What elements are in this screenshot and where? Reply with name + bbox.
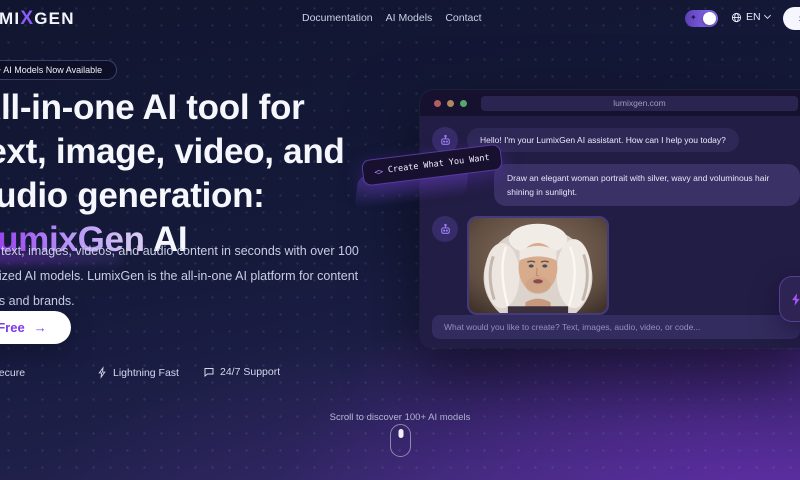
nav-start-free-button[interactable]: Start Free: [783, 7, 800, 30]
chat-input-bar: [432, 315, 800, 339]
code-icon: <>: [373, 166, 383, 177]
lightning-icon: [792, 292, 800, 306]
generated-portrait-image[interactable]: [467, 216, 609, 315]
logo-x-glyph: X: [20, 8, 35, 29]
nav-links: Documentation AI Models Contact: [302, 12, 482, 24]
theme-toggle[interactable]: ✦: [685, 10, 718, 27]
lightning-icon: [98, 366, 106, 379]
language-selector[interactable]: EN: [731, 11, 771, 23]
language-label: EN: [746, 11, 761, 23]
bot-greeting-bubble: Hello! I'm your LumixGen AI assistant. H…: [467, 128, 739, 152]
portrait-illustration: [469, 218, 607, 313]
models-available-badge: 100+ AI Models Now Available: [0, 60, 118, 80]
feature-label: 24/7 Support: [220, 366, 281, 378]
chevron-down-icon: [763, 11, 771, 20]
star-icon: ✦: [690, 13, 697, 22]
window-close-dot[interactable]: [434, 99, 441, 107]
hero-heading: All-in-one AI tool for text, image, vide…: [0, 86, 345, 263]
feature-fast: Lightning Fast: [97, 366, 179, 379]
mouse-wheel-dot: [398, 429, 403, 438]
bot-avatar: [432, 216, 458, 242]
feature-support: 24/7 Support: [203, 366, 280, 378]
logo-text-pre: LUMI: [0, 9, 21, 28]
mouse-scroll-icon[interactable]: [390, 424, 411, 457]
globe-icon: [731, 12, 742, 22]
feature-label: 100% Secure: [0, 366, 26, 379]
nav-link-contact[interactable]: Contact: [445, 12, 481, 24]
tag-label: Create What You Want: [387, 152, 491, 176]
start-free-cta-button[interactable]: Start Free →: [0, 311, 71, 344]
bot-image-row: [432, 216, 800, 315]
address-bar[interactable]: lumixgen.com: [481, 95, 798, 111]
chat-bubble-icon: [204, 368, 214, 378]
nav-link-ai-models[interactable]: AI Models: [386, 12, 433, 24]
description-line: specialized AI models. LumixGen is the a…: [0, 269, 359, 283]
user-prompt-bubble: Draw an elegant woman portrait with silv…: [494, 164, 800, 206]
feature-secure: 100% Secure: [0, 366, 25, 379]
browser-titlebar: lumixgen.com: [420, 90, 800, 116]
scroll-hint-text: Scroll to discover 100+ AI models: [329, 412, 471, 423]
arrow-right-icon: →: [33, 320, 47, 335]
nav-link-documentation[interactable]: Documentation: [302, 12, 373, 24]
cta-label: Start Free: [0, 320, 25, 335]
robot-icon: [440, 134, 450, 145]
heading-line: text, image, video, and: [0, 132, 345, 171]
feature-list: 100% Secure Lightning Fast 24/7 Support: [0, 366, 420, 384]
logo-text-post: GEN: [34, 9, 75, 28]
window-maximize-dot[interactable]: [460, 99, 467, 107]
hero-description: Create text, images, videos, and audio c…: [0, 239, 359, 314]
browser-mockup-window: lumixgen.com Hello! I'm your LumixGen AI…: [420, 90, 800, 348]
window-minimize-dot[interactable]: [447, 99, 454, 107]
lightning-badge[interactable]: [779, 276, 800, 322]
chat-input[interactable]: [444, 322, 788, 332]
feature-label: Lightning Fast: [113, 366, 179, 379]
brand-logo[interactable]: LUMIXGEN: [0, 8, 75, 30]
toggle-knob: [703, 12, 716, 25]
description-line: Create text, images, videos, and audio c…: [0, 244, 359, 258]
robot-icon: [440, 223, 450, 234]
landing-page: LUMIXGEN Documentation AI Models Contact…: [0, 0, 800, 480]
heading-line: All-in-one AI tool for: [0, 88, 305, 127]
heading-line: audio generation:: [0, 176, 265, 215]
